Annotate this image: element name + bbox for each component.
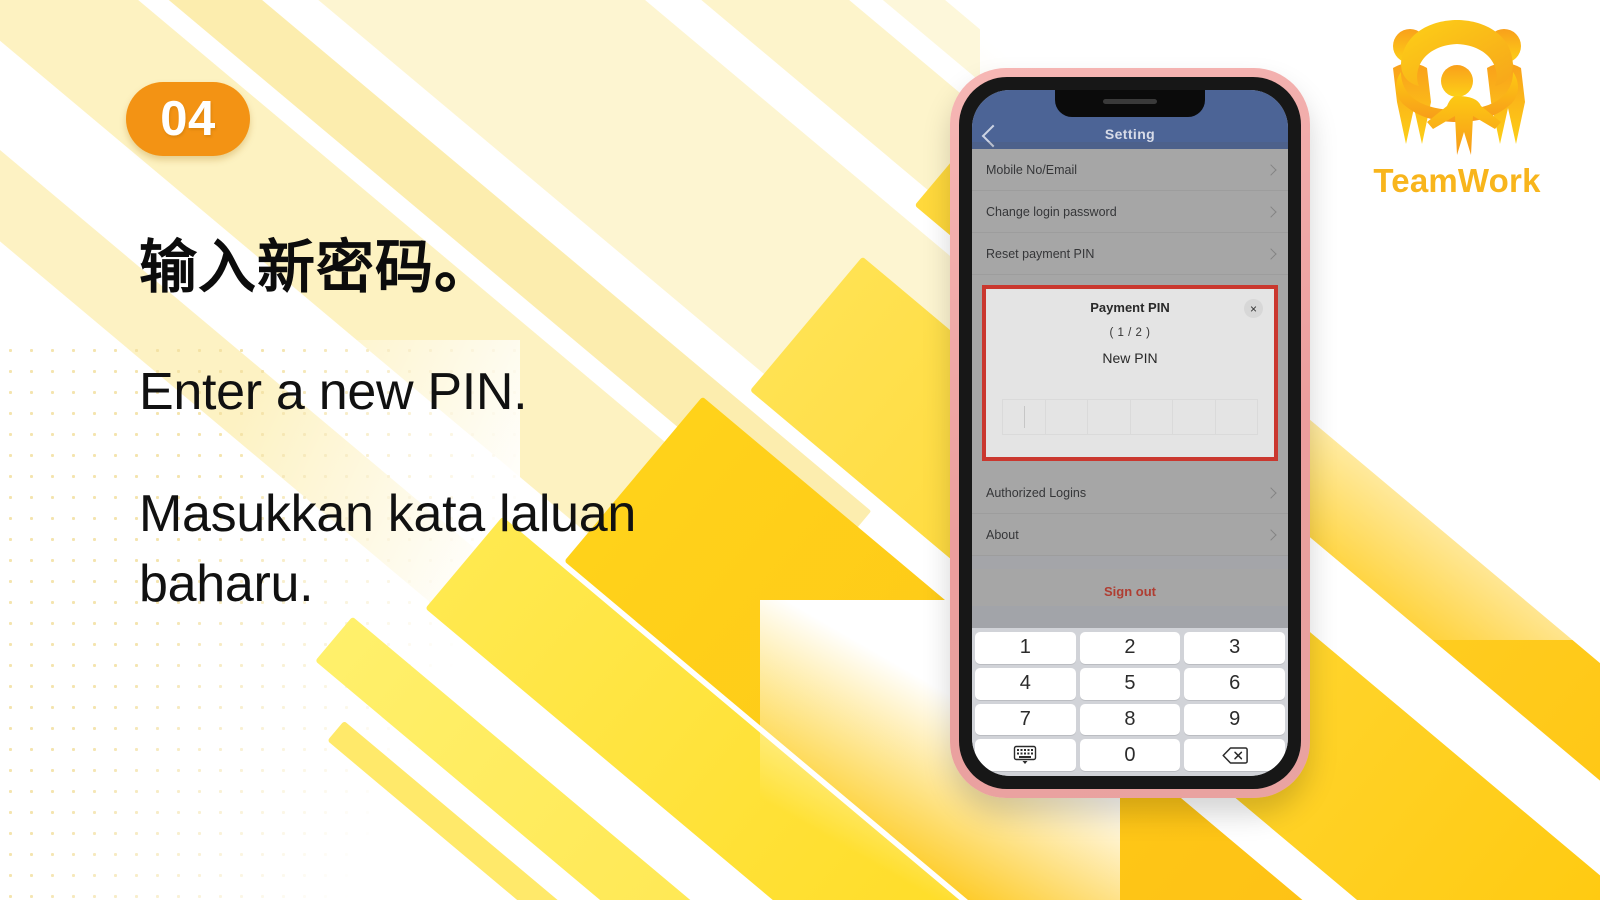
key-8[interactable]: 8 — [1079, 703, 1181, 736]
close-icon[interactable]: × — [1244, 299, 1263, 318]
chevron-left-icon[interactable] — [981, 124, 1005, 148]
key-9[interactable]: 9 — [1184, 703, 1285, 736]
dialog-slot: Payment PIN × ( 1 / 2 ) New PIN — [972, 275, 1288, 472]
pin-cell-1[interactable] — [1002, 399, 1046, 435]
page-title: Setting — [1104, 126, 1156, 142]
keypad-top-strip — [972, 606, 1288, 628]
chevron-right-icon — [1265, 486, 1277, 499]
key-5[interactable]: 5 — [1079, 667, 1181, 700]
text-caret — [1023, 406, 1025, 428]
settings-row-label: Mobile No/Email — [986, 162, 1078, 177]
settings-row-reset-payment-pin[interactable]: Reset payment PIN — [972, 233, 1288, 275]
key-3[interactable]: 3 — [1184, 632, 1285, 664]
numeric-keypad: 1 2 3 4 5 6 7 8 9 0 — [972, 628, 1288, 776]
dialog-subtitle: New PIN — [1102, 350, 1158, 366]
chevron-right-icon — [1265, 528, 1277, 541]
key-7[interactable]: 7 — [975, 703, 1076, 736]
dialog-step-indicator: ( 1 / 2 ) — [1109, 327, 1151, 339]
pin-cell-5[interactable] — [1173, 399, 1216, 435]
earpiece-speaker — [1103, 99, 1157, 104]
chevron-right-icon — [1265, 247, 1277, 260]
key-2[interactable]: 2 — [1079, 632, 1181, 664]
payment-pin-dialog: Payment PIN × ( 1 / 2 ) New PIN — [982, 285, 1278, 461]
chevron-right-icon — [1265, 163, 1277, 176]
backspace-icon[interactable] — [1184, 739, 1285, 771]
settings-row-label: About — [986, 527, 1019, 542]
settings-list: Mobile No/Email Change login password Re… — [972, 149, 1288, 636]
phone-screen: Setting Mobile No/Email Change login pas… — [972, 90, 1288, 776]
key-6[interactable]: 6 — [1184, 667, 1285, 700]
settings-row-change-login-password[interactable]: Change login password — [972, 191, 1288, 233]
settings-row-mobile-email[interactable]: Mobile No/Email — [972, 149, 1288, 191]
headline-malay: Masukkan kata laluan baharu. — [139, 485, 636, 614]
list-section-gap — [972, 556, 1288, 569]
step-number-label: 04 — [160, 92, 216, 146]
teamwork-people-circle-icon — [1362, 18, 1552, 156]
pin-cell-3[interactable] — [1088, 399, 1131, 435]
settings-row-about[interactable]: About — [972, 514, 1288, 556]
chevron-right-icon — [1265, 205, 1277, 218]
brand-logo: TeamWork — [1362, 18, 1552, 200]
pin-cell-6[interactable] — [1215, 399, 1258, 435]
settings-row-label: Reset payment PIN — [986, 246, 1095, 261]
instruction-copy: 输入新密码。 Enter a new PIN. Masukkan kata la… — [139, 235, 879, 620]
key-1[interactable]: 1 — [975, 632, 1076, 664]
dialog-title: Payment PIN — [1090, 300, 1170, 315]
settings-row-authorized-logins[interactable]: Authorized Logins — [972, 472, 1288, 514]
headline-chinese: 输入新密码。 — [139, 235, 494, 300]
headline-english: Enter a new PIN. — [139, 362, 528, 421]
key-4[interactable]: 4 — [975, 667, 1076, 700]
phone-notch — [1055, 90, 1205, 117]
settings-row-label: Change login password — [986, 204, 1117, 219]
brand-wordmark: TeamWork — [1373, 162, 1541, 199]
settings-row-label: Authorized Logins — [986, 485, 1087, 500]
pin-input[interactable] — [1002, 399, 1258, 435]
key-0[interactable]: 0 — [1079, 739, 1181, 771]
pin-cell-2[interactable] — [1045, 399, 1088, 435]
pin-cell-4[interactable] — [1130, 399, 1173, 435]
keyboard-dismiss-icon[interactable] — [975, 739, 1076, 771]
phone-mockup: Setting Mobile No/Email Change login pas… — [950, 68, 1310, 798]
step-number-badge: 04 — [126, 82, 250, 156]
